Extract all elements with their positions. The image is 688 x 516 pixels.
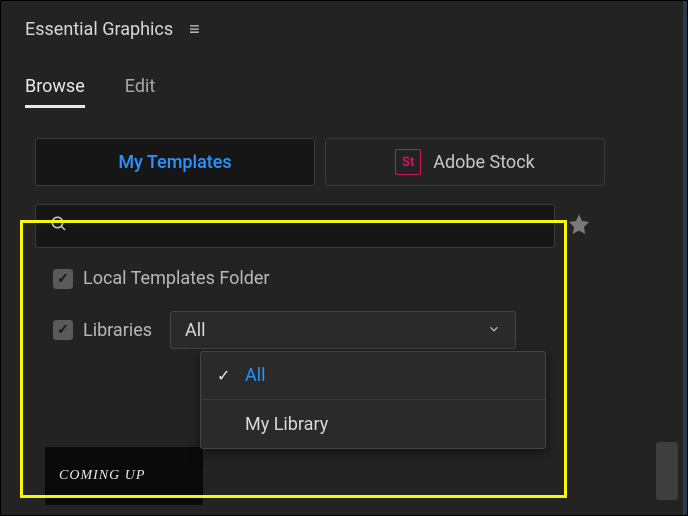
source-label: Adobe Stock <box>433 152 535 173</box>
search-box[interactable] <box>35 204 555 248</box>
panel-right-edge <box>683 1 687 515</box>
scrollbar-thumb[interactable] <box>656 442 678 500</box>
dropdown-selected-value: All <box>185 320 206 341</box>
search-row <box>1 186 687 248</box>
dropdown-item-label: My Library <box>245 414 328 435</box>
panel-title: Essential Graphics <box>25 19 173 40</box>
tab-edit[interactable]: Edit <box>125 76 155 108</box>
checkbox-libraries[interactable]: ✓ <box>53 320 73 340</box>
filter-options: ✓ Local Templates Folder ✓ Libraries All… <box>1 248 687 349</box>
adobe-stock-icon: St <box>395 149 421 175</box>
check-icon: ✓ <box>217 366 233 385</box>
source-adobe-stock[interactable]: St Adobe Stock <box>325 138 605 186</box>
panel-menu-icon[interactable]: ≡ <box>189 21 200 39</box>
tab-browse[interactable]: Browse <box>25 76 85 108</box>
chevron-down-icon <box>487 320 501 341</box>
source-toggle-group: My Templates St Adobe Stock <box>1 108 687 186</box>
libraries-dropdown[interactable]: All <box>170 311 516 349</box>
tab-bar: Browse Edit <box>1 46 687 108</box>
favorites-star-icon[interactable] <box>567 212 591 240</box>
panel-header: Essential Graphics ≡ <box>1 1 687 46</box>
dropdown-item-label: All <box>245 365 266 386</box>
option-label: Local Templates Folder <box>83 268 270 289</box>
template-thumbnail-text: COMING UP <box>59 468 145 484</box>
source-label: My Templates <box>118 152 231 173</box>
essential-graphics-panel: Essential Graphics ≡ Browse Edit My Temp… <box>0 0 688 516</box>
search-icon <box>50 215 68 237</box>
search-input[interactable] <box>78 217 540 236</box>
libraries-dropdown-wrap: All ✓ All My Library <box>170 311 516 349</box>
checkbox-local-templates[interactable]: ✓ <box>53 269 73 289</box>
option-local-templates[interactable]: ✓ Local Templates Folder <box>53 268 653 289</box>
source-my-templates[interactable]: My Templates <box>35 138 315 186</box>
template-thumbnail[interactable]: COMING UP <box>45 447 203 505</box>
dropdown-item-my-library[interactable]: My Library <box>201 400 545 448</box>
option-label: Libraries <box>83 320 152 341</box>
option-libraries: ✓ Libraries All ✓ All My Library <box>53 311 653 349</box>
libraries-dropdown-menu: ✓ All My Library <box>200 351 546 449</box>
dropdown-item-all[interactable]: ✓ All <box>201 352 545 400</box>
